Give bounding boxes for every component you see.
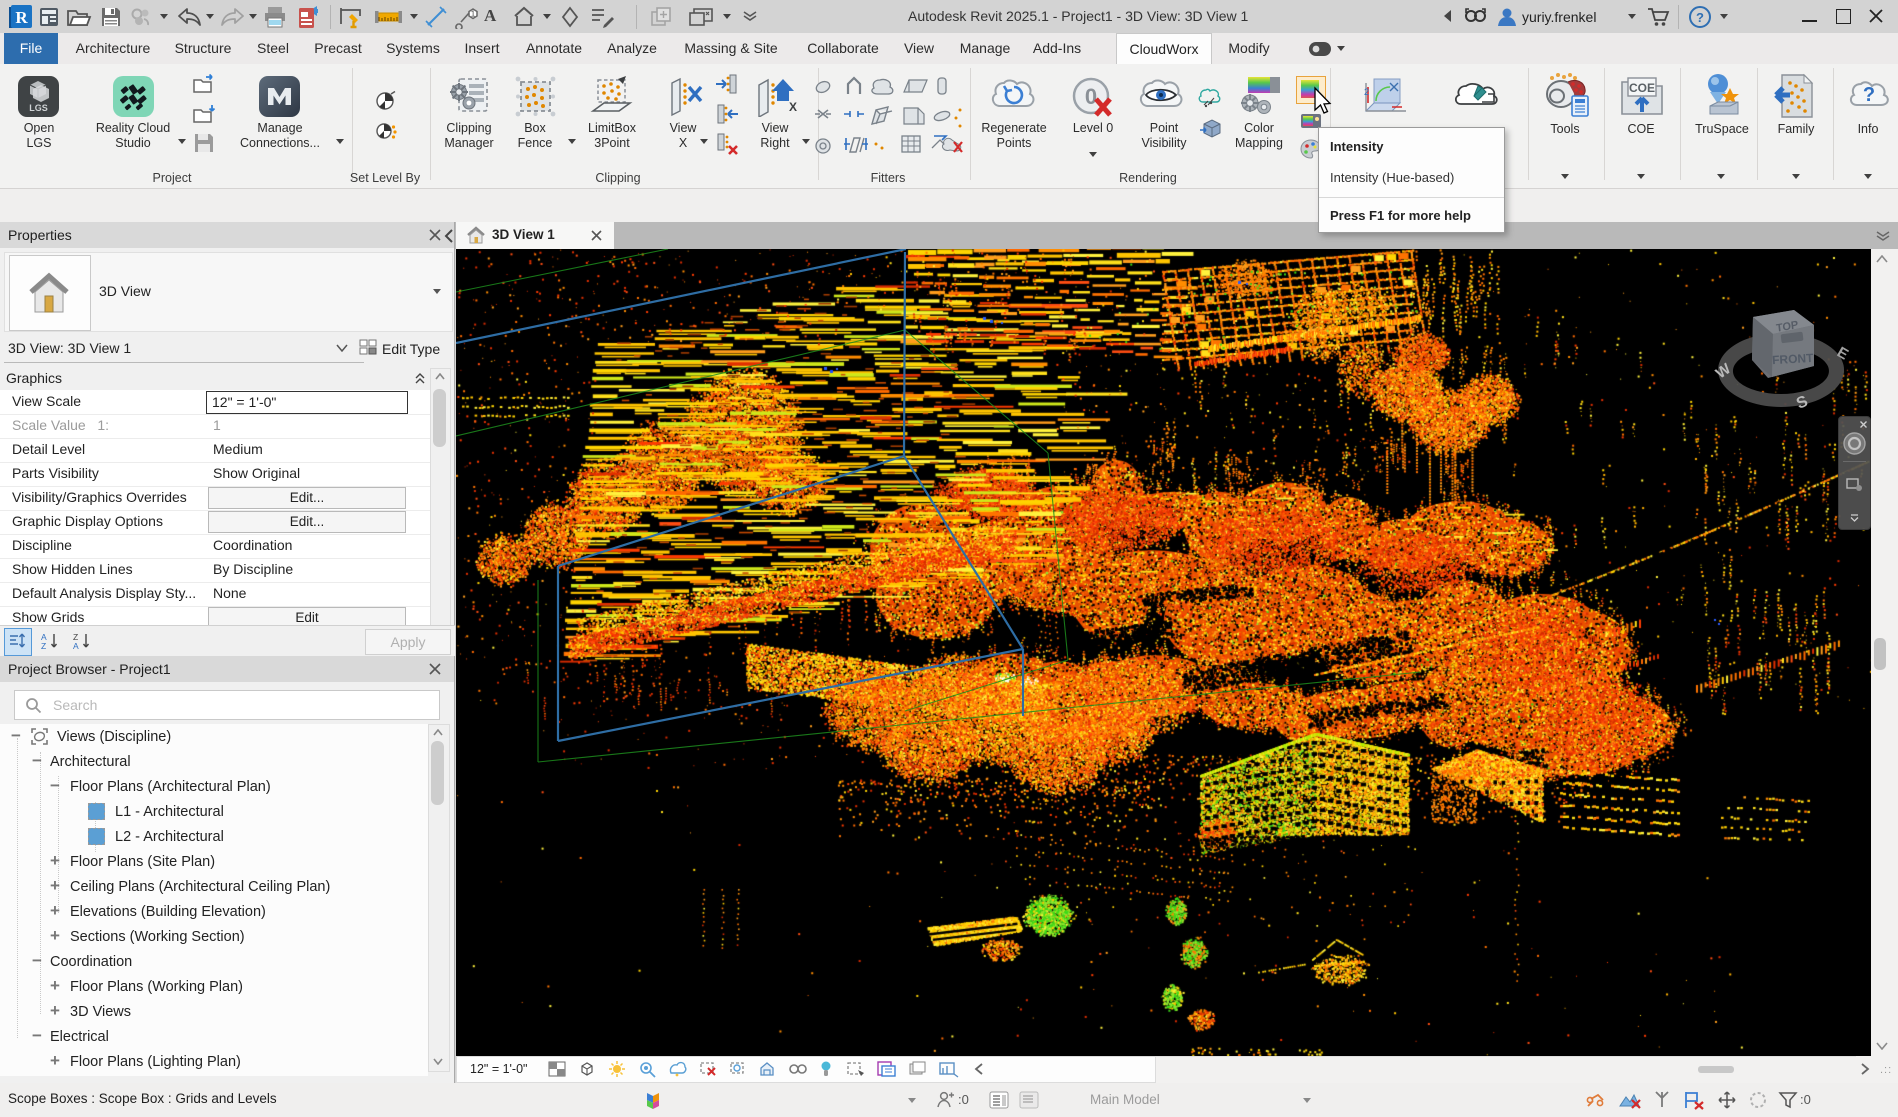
svg-text:X: X [789,100,797,114]
svg-text:FRONT: FRONT [1772,351,1815,367]
svg-text:2: 2 [1364,87,1369,97]
svg-text:?: ? [1863,84,1875,106]
svg-text:Z: Z [41,641,46,650]
svg-text:1: 1 [471,10,476,19]
svg-text:?: ? [1696,10,1704,25]
svg-text:0: 0 [1085,84,1097,109]
svg-text:R: R [15,8,28,27]
svg-text:A: A [73,641,79,650]
svg-text:COE: COE [1629,81,1655,95]
svg-text:LGS: LGS [29,103,48,113]
